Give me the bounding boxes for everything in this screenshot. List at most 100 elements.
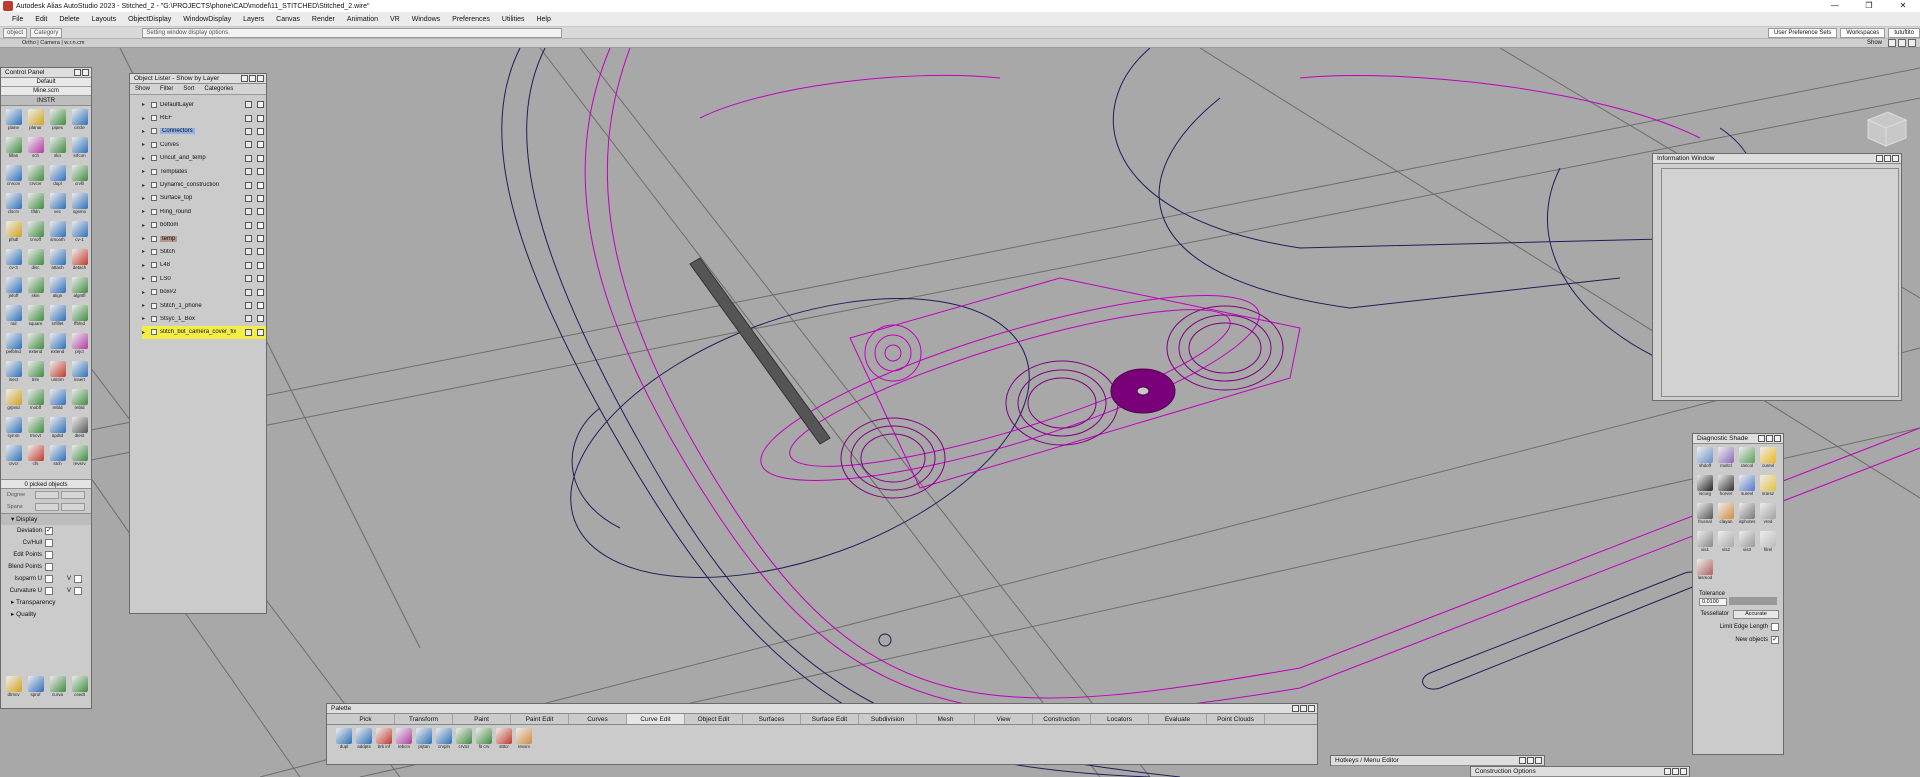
layer-item[interactable]: ▸ Stitch_1_phone — [142, 299, 266, 312]
layer-checkbox[interactable] — [151, 115, 157, 122]
shelf-tool[interactable]: extend — [25, 333, 46, 360]
menu-icon[interactable] — [1300, 705, 1307, 712]
layer-state-icon[interactable] — [257, 275, 264, 283]
maximize-button[interactable]: ❐ — [1852, 0, 1886, 12]
viewport-close-icon[interactable] — [1908, 39, 1916, 47]
shelf-tool[interactable]: clscrv — [3, 193, 24, 220]
shade-mode-tool[interactable]: frusnal — [1695, 503, 1715, 530]
construction-options[interactable]: Construction Options — [1470, 766, 1690, 777]
menu-delete[interactable]: Delete — [53, 12, 85, 27]
palette-tab[interactable]: Transform — [395, 714, 453, 724]
shade-mode-tool[interactable]: rancol — [1737, 447, 1757, 474]
shade-mode-tool[interactable]: curevl — [1758, 447, 1778, 474]
palette-tab[interactable]: Paint — [453, 714, 511, 724]
shelf-tool[interactable]: cfs — [25, 445, 46, 472]
layer-item[interactable]: ▸ Curves — [142, 138, 266, 151]
expand-arrow-icon[interactable]: ▸ — [142, 168, 148, 175]
layer-item[interactable]: ▸ stitch_bot_camera_cover_fix — [142, 325, 266, 340]
layer-item[interactable]: ▸ REF — [142, 111, 266, 124]
shelf-tool[interactable]: tmcvt — [25, 417, 46, 444]
layer-visibility-icon[interactable] — [245, 315, 252, 323]
degree-field-v[interactable] — [61, 491, 85, 499]
dock-icon[interactable] — [1758, 435, 1765, 442]
menu-canvas[interactable]: Canvas — [270, 12, 306, 27]
close-button[interactable]: ✕ — [1886, 0, 1920, 12]
menu-icon[interactable] — [1672, 768, 1679, 775]
shelf-tool[interactable]: planar — [25, 109, 46, 136]
layer-state-icon[interactable] — [257, 181, 264, 189]
shelf-tool[interactable]: crvfil — [69, 165, 90, 192]
menu-windows[interactable]: Windows — [406, 12, 446, 27]
layer-checkbox[interactable] — [151, 155, 157, 162]
palette-tool[interactable]: addpts — [354, 728, 374, 755]
shelf-tool[interactable]: insert — [69, 361, 90, 388]
degree-field[interactable] — [35, 491, 59, 499]
layer-item[interactable]: ▸ box#2 — [142, 285, 266, 298]
shelf-tool[interactable]: srfcon — [69, 137, 90, 164]
shelf-tool[interactable]: filfan — [3, 137, 24, 164]
layer-state-icon[interactable] — [257, 288, 264, 296]
layer-visibility-icon[interactable] — [245, 288, 252, 296]
menu-icon[interactable] — [1527, 757, 1534, 764]
shelf-tool[interactable]: jnfoff — [3, 277, 24, 304]
shelf-tool[interactable]: smooth — [47, 221, 68, 248]
display-option-checkbox[interactable] — [45, 539, 53, 547]
layer-visibility-icon[interactable] — [245, 101, 252, 109]
layer-visibility-icon[interactable] — [245, 168, 252, 176]
layer-checkbox[interactable] — [151, 275, 157, 282]
shelf-tool[interactable]: crvoff — [25, 221, 46, 248]
expand-arrow-icon[interactable]: ▸ — [142, 329, 148, 336]
shelf-tool[interactable]: sprof — [25, 676, 46, 703]
transparency-section[interactable]: ▸ Transparency — [1, 597, 91, 609]
shelf-tool[interactable]: curva — [47, 676, 68, 703]
layer-checkbox[interactable] — [151, 289, 157, 296]
close-icon[interactable] — [1308, 705, 1315, 712]
layer-visibility-icon[interactable] — [245, 261, 252, 269]
display-option-checkbox[interactable] — [45, 587, 53, 595]
close-icon[interactable] — [82, 69, 89, 76]
dock-icon[interactable] — [1876, 155, 1883, 162]
layer-checkbox[interactable] — [151, 141, 157, 148]
layer-checkbox[interactable] — [151, 168, 157, 175]
tolerance-slider[interactable] — [1729, 597, 1777, 605]
layer-item[interactable]: ▸ Connectors — [142, 125, 266, 138]
layer-item[interactable]: ▸ Dynamic_construction — [142, 178, 266, 191]
limit-edge-checkbox[interactable] — [1771, 623, 1779, 632]
menu-file[interactable]: File — [6, 12, 29, 27]
layer-item[interactable]: ▸ Ring_round — [142, 205, 266, 218]
object-field[interactable]: object — [3, 27, 28, 38]
close-icon[interactable] — [1774, 435, 1781, 442]
shelf-tool[interactable]: csedt — [69, 676, 90, 703]
palette-tab[interactable]: Point Clouds — [1207, 714, 1265, 724]
expand-arrow-icon[interactable]: ▸ — [142, 208, 148, 215]
layer-item[interactable]: ▸ LS0 — [142, 272, 266, 285]
display-option-checkbox[interactable] — [45, 575, 53, 583]
layer-visibility-icon[interactable] — [245, 114, 252, 122]
layer-state-icon[interactable] — [257, 154, 264, 162]
shelf-tool[interactable]: extend — [47, 333, 68, 360]
layer-item[interactable]: ▸ Stsyc_1_Box — [142, 312, 266, 325]
shelf-file[interactable]: Mine.scm — [1, 87, 91, 96]
display-section-header[interactable]: ▾ Display — [1, 513, 91, 525]
display-option-checkbox[interactable] — [45, 563, 53, 571]
palette-tab[interactable]: Pick — [337, 714, 395, 724]
filter-menu[interactable]: Filter — [155, 84, 178, 94]
shelf-tool[interactable]: sch — [25, 137, 46, 164]
v-checkbox[interactable] — [74, 575, 83, 583]
hotkeys-menu-editor[interactable]: Hotkeys / Menu Editor — [1330, 755, 1545, 766]
layer-state-icon[interactable] — [257, 101, 264, 109]
palette-tab[interactable]: Evaluate — [1149, 714, 1207, 724]
layer-state-icon[interactable] — [257, 194, 264, 202]
viewport-max-icon[interactable] — [1898, 39, 1906, 47]
show-menu[interactable]: Show — [130, 84, 155, 94]
shelf-tool[interactable]: algntfl — [69, 277, 90, 304]
shelf-tool[interactable]: vec — [47, 193, 68, 220]
shelf-tool[interactable]: rail — [3, 305, 24, 332]
layer-checkbox[interactable] — [151, 222, 157, 229]
layer-checkbox[interactable] — [151, 182, 157, 189]
palette-tab[interactable]: Surface Edit — [801, 714, 859, 724]
layer-state-icon[interactable] — [257, 235, 264, 243]
shelf-tool[interactable]: revsrv — [69, 445, 90, 472]
tolerance-input[interactable]: 0.0100 — [1699, 597, 1727, 606]
palette-tab[interactable]: Mesh — [917, 714, 975, 724]
